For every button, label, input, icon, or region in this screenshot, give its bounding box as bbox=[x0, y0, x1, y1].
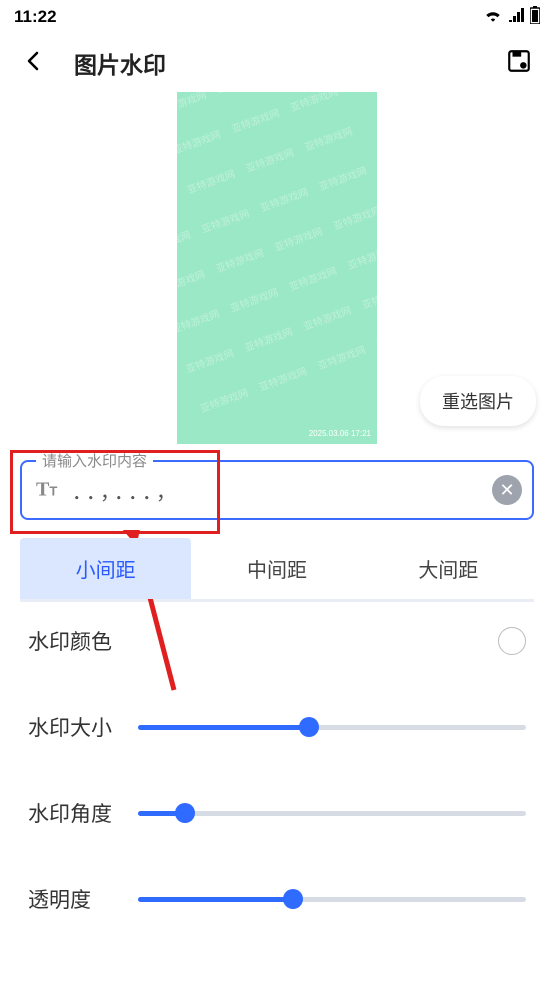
app-bar: 图片水印 bbox=[0, 34, 554, 92]
wifi-icon bbox=[484, 7, 502, 27]
reselect-image-button[interactable]: 重选图片 bbox=[420, 376, 536, 426]
spacing-segmented-control: 小间距中间距大间距 bbox=[0, 528, 554, 602]
clear-input-button[interactable]: ✕ bbox=[492, 475, 522, 505]
watermark-input-label: 请输入水印内容 bbox=[36, 450, 153, 471]
angle-slider[interactable] bbox=[138, 803, 526, 823]
opacity-slider[interactable] bbox=[138, 889, 526, 909]
status-icons bbox=[484, 6, 540, 29]
signal-icon bbox=[508, 7, 524, 27]
settings-list: 水印颜色 水印大小 水印角度 透明度 bbox=[0, 602, 554, 914]
watermark-size-row: 水印大小 bbox=[28, 712, 526, 742]
color-label: 水印颜色 bbox=[28, 626, 116, 656]
watermark-text-input[interactable] bbox=[72, 479, 480, 502]
watermark-color-row[interactable]: 水印颜色 bbox=[28, 626, 526, 656]
color-swatch[interactable] bbox=[498, 627, 526, 655]
save-icon[interactable] bbox=[506, 48, 532, 79]
preview-area: 亚特游戏网亚特游戏网亚特游戏网亚特游戏网亚特游戏网亚特游戏网亚特游戏网亚特游戏网… bbox=[0, 92, 554, 444]
watermark-overlay: 亚特游戏网亚特游戏网亚特游戏网亚特游戏网亚特游戏网亚特游戏网亚特游戏网亚特游戏网… bbox=[177, 92, 377, 444]
clock: 11:22 bbox=[14, 7, 57, 27]
text-format-icon: TT bbox=[36, 479, 57, 502]
close-icon: ✕ bbox=[499, 481, 514, 499]
preview-timestamp: 2025.03.06 17:21 bbox=[309, 429, 371, 438]
watermark-input-outline[interactable]: 请输入水印内容 TT ✕ bbox=[20, 460, 534, 520]
angle-label: 水印角度 bbox=[28, 798, 116, 828]
back-icon[interactable] bbox=[22, 49, 46, 78]
spacing-option-2[interactable]: 大间距 bbox=[363, 538, 534, 599]
watermark-angle-row: 水印角度 bbox=[28, 798, 526, 828]
preview-image: 亚特游戏网亚特游戏网亚特游戏网亚特游戏网亚特游戏网亚特游戏网亚特游戏网亚特游戏网… bbox=[177, 92, 377, 444]
size-label: 水印大小 bbox=[28, 712, 116, 742]
size-slider[interactable] bbox=[138, 717, 526, 737]
spacing-option-0[interactable]: 小间距 bbox=[20, 538, 191, 599]
reselect-label: 重选图片 bbox=[442, 392, 514, 412]
battery-icon bbox=[530, 6, 540, 29]
opacity-label: 透明度 bbox=[28, 884, 116, 914]
page-title: 图片水印 bbox=[74, 46, 166, 80]
status-bar: 11:22 bbox=[0, 0, 554, 34]
watermark-input-section: 请输入水印内容 TT ✕ bbox=[0, 444, 554, 528]
spacing-option-1[interactable]: 中间距 bbox=[191, 538, 362, 599]
opacity-row: 透明度 bbox=[28, 884, 526, 914]
